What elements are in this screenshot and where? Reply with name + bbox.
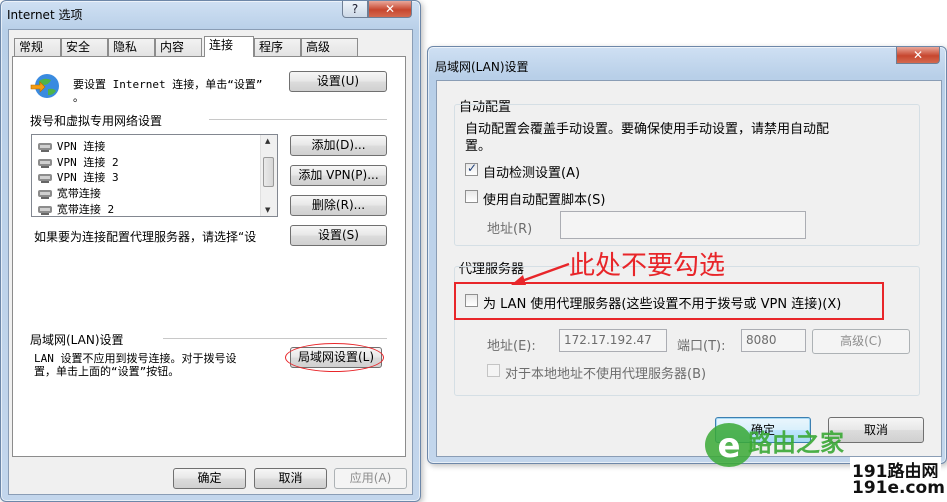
connection-label: 宽带连接: [56, 187, 101, 200]
script-address-input[interactable]: [560, 211, 806, 239]
bypass-local-label[interactable]: 对于本地地址不使用代理服务器(B): [505, 363, 706, 382]
ok-button[interactable]: 确定: [173, 468, 246, 489]
setup-text-cont: 。: [73, 91, 84, 104]
connections-list[interactable]: VPN 连接 VPN 连接 2 VPN 连接 3 宽带连接 宽带连接 2 ▲ ▼: [31, 134, 278, 217]
internet-options-window: Internet 选项 ? ✕ 常规 安全 隐私 内容 连接 程序 高级 要设置…: [0, 0, 421, 502]
lan-button-highlight-ellipse: [285, 343, 384, 372]
auto-script-label[interactable]: 使用自动配置脚本(S): [483, 189, 605, 208]
dialup-header: 拨号和虚拟专用网络设置: [30, 114, 163, 128]
tab-connections[interactable]: 连接: [204, 36, 254, 57]
bypass-local-checkbox[interactable]: [487, 364, 500, 377]
tab-advanced[interactable]: 高级: [301, 38, 358, 56]
svg-text:e: e: [717, 426, 740, 466]
proxy-address-label: 地址(E):: [487, 339, 536, 354]
use-proxy-checkbox[interactable]: [465, 294, 478, 307]
lan-text-cont: 置，单击上面的“设置”按钮。: [34, 365, 180, 378]
watermark: e 路由之家 191路由网 191e.com: [698, 420, 947, 502]
port-input[interactable]: 8080: [741, 329, 806, 352]
list-item[interactable]: VPN 连接 3: [37, 169, 119, 184]
add-button[interactable]: 添加(D)...: [290, 135, 387, 156]
list-item[interactable]: VPN 连接 2: [37, 154, 119, 169]
list-item[interactable]: 宽带连接: [37, 185, 101, 200]
connection-label: 宽带连接 2: [56, 203, 115, 216]
lan-header: 局域网(LAN)设置: [30, 333, 124, 347]
list-scrollbar[interactable]: ▲ ▼: [260, 135, 277, 216]
annotation-text: 此处不要勾选: [569, 251, 726, 281]
lan-window-title: 局域网(LAN)设置: [435, 60, 529, 74]
list-item[interactable]: VPN 连接: [37, 138, 105, 153]
auto-detect-label[interactable]: 自动检测设置(A): [483, 162, 580, 181]
scroll-up-icon[interactable]: ▲: [265, 137, 270, 145]
window-title: Internet 选项: [7, 8, 83, 22]
connection-label: VPN 连接: [56, 140, 106, 153]
scroll-down-icon[interactable]: ▼: [265, 206, 270, 214]
tab-content[interactable]: 内容: [155, 38, 202, 56]
network-icon: [37, 157, 53, 169]
scroll-thumb[interactable]: [263, 157, 274, 187]
lan-close-button[interactable]: ✕: [896, 47, 940, 64]
proxy-hint-text: 如果要为连接配置代理服务器，请选择“设: [34, 230, 257, 244]
setup-text: 要设置 Internet 连接，单击“设置”: [73, 78, 263, 91]
watermark-site-2: 191e.com: [850, 478, 947, 498]
remove-button[interactable]: 删除(R)...: [290, 195, 387, 216]
proxy-address-input[interactable]: 172.17.192.47: [559, 329, 667, 352]
watermark-brand: 路由之家: [748, 429, 844, 457]
network-icon: [37, 204, 53, 216]
list-item[interactable]: 宽带连接 2: [37, 201, 114, 216]
lan-settings-window: 局域网(LAN)设置 ✕ 自动配置 自动配置会覆盖手动设置。要确保使用手动设置，…: [427, 46, 947, 464]
advanced-button[interactable]: 高级(C): [812, 329, 910, 354]
auto-config-description-cont: 置。: [465, 139, 492, 154]
cancel-button[interactable]: 取消: [254, 468, 327, 489]
auto-script-checkbox[interactable]: [465, 190, 478, 203]
setup-button[interactable]: 设置(U): [289, 71, 387, 92]
tab-general[interactable]: 常规: [14, 38, 61, 56]
tab-privacy[interactable]: 隐私: [108, 38, 155, 56]
network-icon: [37, 141, 53, 153]
script-address-label: 地址(R): [487, 222, 533, 237]
close-button[interactable]: ✕: [368, 1, 412, 18]
tab-security[interactable]: 安全: [61, 38, 108, 56]
connection-label: VPN 连接 3: [56, 171, 119, 184]
add-vpn-button[interactable]: 添加 VPN(P)...: [290, 165, 387, 186]
network-icon: [37, 172, 53, 184]
dialup-divider: [209, 119, 387, 121]
network-icon: [37, 188, 53, 200]
help-button[interactable]: ?: [342, 1, 368, 18]
settings-button[interactable]: 设置(S): [290, 225, 387, 246]
auto-config-description: 自动配置会覆盖手动设置。要确保使用手动设置，请禁用自动配: [465, 122, 830, 137]
port-label: 端口(T):: [677, 339, 726, 354]
globe-icon: [29, 71, 63, 101]
apply-button[interactable]: 应用(A): [334, 468, 407, 489]
connection-label: VPN 连接 2: [56, 156, 119, 169]
auto-detect-checkbox[interactable]: [465, 161, 478, 176]
use-proxy-label[interactable]: 为 LAN 使用代理服务器(这些设置不用于拨号或 VPN 连接)(X): [483, 293, 841, 312]
tab-programs[interactable]: 程序: [254, 38, 301, 56]
lan-divider: [163, 338, 387, 340]
